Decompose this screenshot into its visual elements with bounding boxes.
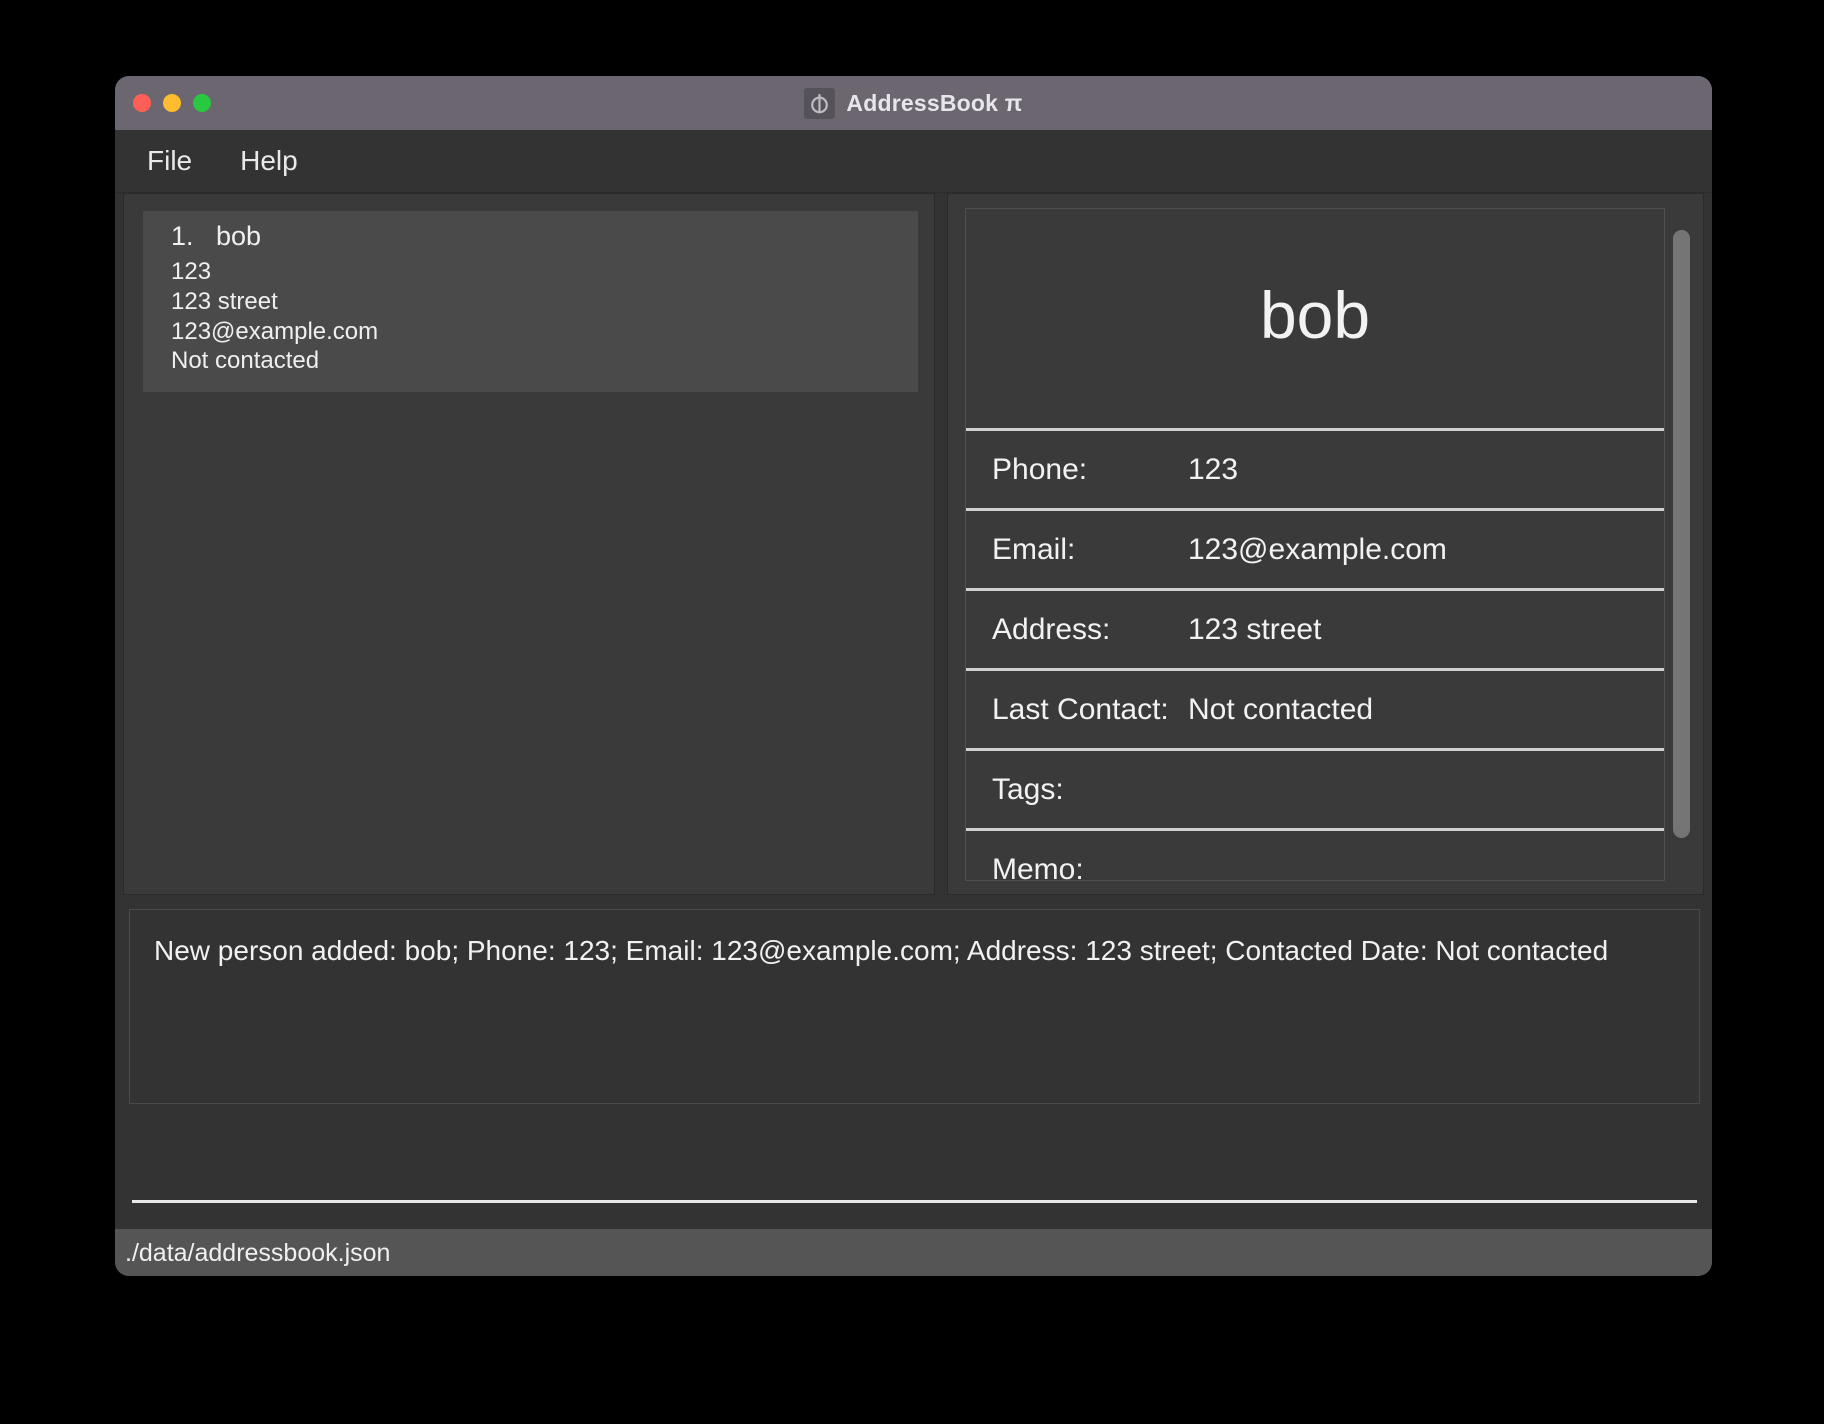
minimize-window-button[interactable] (163, 94, 181, 112)
contact-detail-panel: bob Phone: 123 Email: 123@example.com Ad… (947, 193, 1704, 895)
menu-item-file[interactable]: File (141, 143, 198, 179)
contact-list-item-name: 1. bob (171, 221, 262, 251)
command-input-area (129, 1114, 1700, 1210)
contact-list-panel: 1. bob 123 123 street 123@example.com No… (123, 193, 935, 895)
detail-row-tags: Tags: (966, 748, 1664, 828)
contact-list-item-last-contact: Not contacted (171, 347, 320, 375)
result-display-text: New person added: bob; Phone: 123; Email… (154, 935, 1609, 966)
status-bar-file-path: ./data/addressbook.json (125, 1238, 391, 1267)
detail-scrollbar[interactable] (1673, 208, 1690, 881)
split-panes: 1. bob 123 123 street 123@example.com No… (123, 193, 1704, 895)
result-display-box: New person added: bob; Phone: 123; Email… (129, 909, 1700, 1104)
detail-row-phone: Phone: 123 (966, 428, 1664, 508)
phi-app-icon (804, 87, 836, 119)
detail-value-phone: 123 (1188, 452, 1239, 486)
detail-value-email: 123@example.com (1188, 532, 1447, 566)
contact-detail-card: bob Phone: 123 Email: 123@example.com Ad… (965, 208, 1665, 881)
detail-label-email: Email: (992, 532, 1076, 566)
maximize-window-button[interactable] (193, 94, 211, 112)
menu-bar: File Help (115, 130, 1712, 193)
detail-row-memo: Memo: (966, 828, 1664, 881)
pane-divider[interactable] (935, 193, 947, 895)
detail-row-last-contact: Last Contact: Not contacted (966, 668, 1664, 748)
contact-list-item-email: 123@example.com (171, 317, 379, 345)
detail-value-last-contact: Not contacted (1188, 692, 1374, 726)
contact-detail-name: bob (1259, 278, 1371, 352)
status-bar: ./data/addressbook.json (115, 1229, 1712, 1276)
menu-item-help[interactable]: Help (234, 143, 304, 179)
detail-label-memo: Memo: (992, 852, 1084, 881)
command-input[interactable] (132, 1156, 1697, 1203)
contact-list-item-phone: 123 (171, 258, 212, 285)
detail-scrollbar-thumb[interactable] (1673, 230, 1690, 838)
window-title: AddressBook π (846, 89, 1023, 116)
title-bar-center: AddressBook π (804, 87, 1023, 119)
detail-label-phone: Phone: (992, 452, 1088, 486)
app-window: AddressBook π File Help 1. bob 123 123 s… (115, 76, 1712, 1276)
detail-row-address: Address: 123 street (966, 588, 1664, 668)
detail-label-address: Address: (992, 612, 1111, 646)
detail-value-address: 123 street (1188, 612, 1322, 646)
main-content: 1. bob 123 123 street 123@example.com No… (115, 193, 1712, 1276)
close-window-button[interactable] (133, 94, 151, 112)
window-controls (133, 94, 211, 112)
title-bar: AddressBook π (115, 76, 1712, 130)
contact-list-item[interactable]: 1. bob 123 123 street 123@example.com No… (143, 211, 918, 392)
contact-list-item-address: 123 street (171, 287, 278, 315)
detail-row-email: Email: 123@example.com (966, 508, 1664, 588)
detail-label-tags: Tags: (992, 772, 1064, 806)
detail-label-last-contact: Last Contact: (992, 692, 1169, 726)
